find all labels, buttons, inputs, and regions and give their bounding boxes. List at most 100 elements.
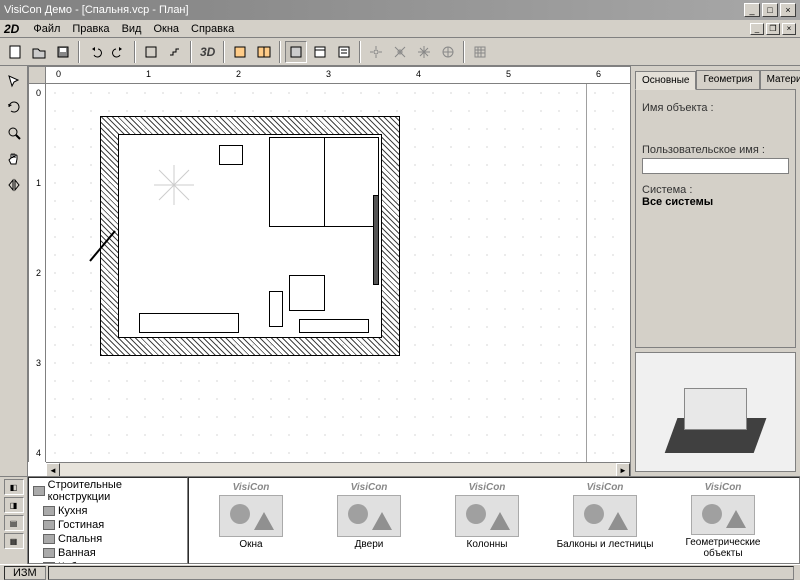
user-name-input[interactable] xyxy=(642,158,789,174)
snap4-icon[interactable] xyxy=(437,41,459,63)
canvas[interactable] xyxy=(46,84,630,462)
snap3-icon[interactable] xyxy=(413,41,435,63)
tab-geometry[interactable]: Геометрия xyxy=(696,70,759,89)
brand-label: VisiCon xyxy=(351,482,388,493)
menu-view[interactable]: Вид xyxy=(116,21,148,37)
furniture-dresser[interactable] xyxy=(139,313,239,333)
levels-icon[interactable] xyxy=(164,41,186,63)
furniture-chair[interactable] xyxy=(289,275,325,311)
bottom-panel: ◧ ◨ ▤ ▦ Строительные конструкции Кухня Г… xyxy=(0,476,800,564)
maximize-button[interactable]: □ xyxy=(762,3,778,17)
mirror-tool-icon[interactable] xyxy=(3,174,25,196)
grid-icon[interactable] xyxy=(469,41,491,63)
thumb-icon xyxy=(455,495,519,537)
ruler-corner xyxy=(28,66,46,84)
ruler-tick: 4 xyxy=(416,69,421,79)
furniture-item[interactable] xyxy=(269,291,283,327)
tab-main[interactable]: Основные xyxy=(635,71,696,90)
toolbar-separator xyxy=(190,41,192,63)
props-icon[interactable] xyxy=(333,41,355,63)
tree-item[interactable]: Гостиная xyxy=(29,518,187,532)
catalog-item-columns[interactable]: VisiConКолонны xyxy=(433,482,541,559)
mdi-close-button[interactable]: × xyxy=(782,23,796,35)
save-file-icon[interactable] xyxy=(52,41,74,63)
view1-icon[interactable] xyxy=(229,41,251,63)
catalog-items: VisiConОкна VisiConДвери VisiConКолонны … xyxy=(188,477,800,564)
tree-root[interactable]: Строительные конструкции xyxy=(29,478,187,504)
tree-item[interactable]: Кухня xyxy=(29,504,187,518)
redo-icon[interactable] xyxy=(108,41,130,63)
grid-display-icon[interactable] xyxy=(285,41,307,63)
status-mode: ИЗМ xyxy=(4,566,46,580)
scroll-track[interactable] xyxy=(60,463,616,476)
calendar-icon[interactable] xyxy=(309,41,331,63)
lib-btn1-icon[interactable]: ◧ xyxy=(4,479,24,495)
tree-item[interactable]: Спальня xyxy=(29,532,187,546)
mode-3d-button[interactable]: 3D xyxy=(196,45,219,59)
tree-label: Строительные конструкции xyxy=(48,479,183,503)
horizontal-ruler[interactable]: 0 1 2 3 4 5 6 xyxy=(46,66,630,84)
open-file-icon[interactable] xyxy=(28,41,50,63)
select-tool-icon[interactable] xyxy=(3,70,25,92)
tree-label: Гостиная xyxy=(58,519,104,531)
toolbar-separator xyxy=(463,41,465,63)
lib-btn4-icon[interactable]: ▦ xyxy=(4,533,24,549)
floor-plan[interactable] xyxy=(100,116,400,356)
lib-btn2-icon[interactable]: ◨ xyxy=(4,497,24,513)
pan-tool-icon[interactable] xyxy=(3,148,25,170)
vertical-ruler[interactable]: 0 1 2 3 4 xyxy=(28,84,46,462)
catalog-item-doors[interactable]: VisiCon Двери xyxy=(315,482,423,559)
menu-windows[interactable]: Окна xyxy=(147,21,185,37)
catalog-tree[interactable]: Строительные конструкции Кухня Гостиная … xyxy=(28,477,188,564)
scroll-left-button[interactable]: ◄ xyxy=(46,463,60,476)
toolbar-separator xyxy=(359,41,361,63)
catalog-caption: Двери xyxy=(355,539,384,550)
tree-item[interactable]: Ванная xyxy=(29,546,187,560)
ruler-tick: 2 xyxy=(36,268,41,278)
undo-icon[interactable] xyxy=(84,41,106,63)
furniture-wardrobe[interactable] xyxy=(373,195,379,285)
mode-2d-indicator[interactable]: 2D xyxy=(4,22,19,36)
menu-help[interactable]: Справка xyxy=(185,21,240,37)
new-file-icon[interactable] xyxy=(4,41,26,63)
ruler-tick: 2 xyxy=(236,69,241,79)
menu-file[interactable]: Файл xyxy=(27,21,66,37)
furniture-bed[interactable] xyxy=(269,137,379,227)
preview-box xyxy=(684,388,748,429)
rotate-tool-icon[interactable] xyxy=(3,96,25,118)
menu-edit[interactable]: Правка xyxy=(66,21,115,37)
bottom-toolbar: ◧ ◨ ▤ ▦ xyxy=(0,477,28,564)
catalog-caption: Геометрические объекты xyxy=(669,537,777,559)
tree-item[interactable]: Кабинет xyxy=(29,560,187,564)
menu-bar: 2D Файл Правка Вид Окна Справка _ ❐ × xyxy=(0,20,800,38)
close-button[interactable]: × xyxy=(780,3,796,17)
catalog-caption: Окна xyxy=(239,539,262,550)
horizontal-scrollbar[interactable]: ◄ ► xyxy=(46,462,630,476)
property-tabs: Основные Геометрия Материалы xyxy=(635,70,796,89)
snap1-icon[interactable] xyxy=(365,41,387,63)
window-controls: _ □ × xyxy=(744,3,796,17)
scroll-right-button[interactable]: ► xyxy=(616,463,630,476)
catalog-item-windows[interactable]: VisiConОкна xyxy=(197,482,305,559)
system-label: Система : xyxy=(642,184,789,196)
thumb-icon xyxy=(219,495,283,537)
catalog-item-geometric[interactable]: VisiConГеометрические объекты xyxy=(669,482,777,559)
layers-icon[interactable] xyxy=(140,41,162,63)
catalog-item-balconies[interactable]: VisiConБалконы и лестницы xyxy=(551,482,659,559)
title-bar: VisiCon Демо - [Спальня.vcp - План] _ □ … xyxy=(0,0,800,20)
snap2-icon[interactable] xyxy=(389,41,411,63)
lib-btn3-icon[interactable]: ▤ xyxy=(4,515,24,531)
minimize-button[interactable]: _ xyxy=(744,3,760,17)
tab-materials[interactable]: Материалы xyxy=(760,70,800,89)
object-name-label: Имя объекта : xyxy=(642,102,789,114)
3d-preview[interactable] xyxy=(635,352,796,472)
view2-icon[interactable] xyxy=(253,41,275,63)
tree-label: Кухня xyxy=(58,505,87,517)
furniture-shelf[interactable] xyxy=(299,319,369,333)
mdi-restore-button[interactable]: ❐ xyxy=(766,23,780,35)
ruler-tick: 5 xyxy=(506,69,511,79)
zoom-tool-icon[interactable] xyxy=(3,122,25,144)
mdi-minimize-button[interactable]: _ xyxy=(750,23,764,35)
system-value: Все системы xyxy=(642,196,789,208)
furniture-nightstand[interactable] xyxy=(219,145,243,165)
